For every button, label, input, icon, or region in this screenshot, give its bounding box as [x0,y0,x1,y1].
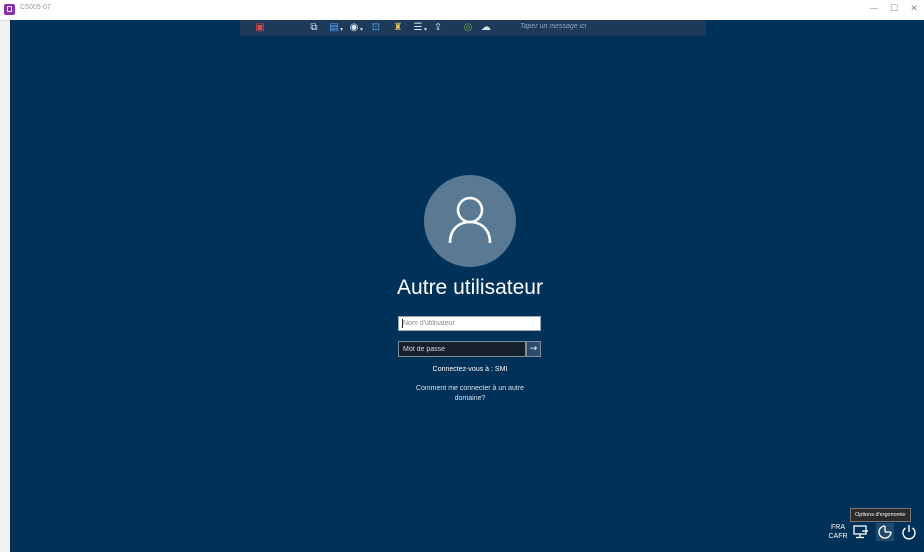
remote-session-area: ▣ ⧉ ▤ ▾ ◉ ▾ ⊡ ♜ ☰ ▾ ⇪ ◎ ☁ Taper un messa… [10,20,924,552]
monitor-icon[interactable]: ⧉ [308,22,320,34]
other-domain-link[interactable]: Comment me connecter à un autre domaine? [405,384,535,404]
users-icon[interactable]: ♜ [392,22,404,34]
chevron-down-icon[interactable]: ▾ [340,27,345,33]
display-icon[interactable]: ▤ [328,22,340,34]
minimize-button[interactable]: — [866,2,882,16]
ease-of-access-tooltip: Options d'ergonomie [850,508,911,522]
window-title: C5005-07 [20,4,51,11]
chevron-down-icon[interactable]: ▾ [360,27,365,33]
chevron-down-icon[interactable]: ▾ [424,27,429,33]
ease-of-access-icon[interactable] [876,523,894,541]
user-icon [448,196,492,244]
text-cursor [402,319,403,328]
lang-line2: CAFR [828,533,848,540]
view-icon[interactable]: ◉ [348,22,360,34]
user-avatar [424,175,516,267]
remote-toolbar: ▣ ⧉ ▤ ▾ ◉ ▾ ⊡ ♜ ☰ ▾ ⇪ ◎ ☁ Taper un messa… [240,20,706,36]
network-icon[interactable] [852,523,870,541]
password-input[interactable] [398,341,526,357]
power-icon[interactable] [900,523,918,541]
app-icon [4,4,15,15]
connect-to-domain-text: Connectez-vous à : SMI [432,366,508,373]
username-input[interactable] [398,316,541,331]
language-indicator[interactable]: FRA CAFR [827,523,849,541]
settings-icon[interactable]: ☰ [412,22,424,34]
close-button[interactable]: ✕ [906,2,922,16]
other-domain-line2: domaine? [454,395,486,402]
submit-arrow-button[interactable]: → [526,341,541,357]
disconnect-icon[interactable]: ▣ [254,22,266,34]
file-transfer-icon[interactable]: ⇪ [432,22,444,34]
lang-line1: FRA [831,524,845,531]
fullscreen-icon[interactable]: ⊡ [370,22,382,34]
username-title: Autre utilisateur [397,276,543,299]
window-titlebar: C5005-07 — ☐ ✕ [0,0,924,21]
maximize-button[interactable]: ☐ [886,2,902,16]
record-icon[interactable]: ◎ [462,22,474,34]
chat-message-input[interactable]: Taper un message ici [520,23,586,30]
chat-icon[interactable]: ☁ [480,22,492,34]
other-domain-line1: Comment me connecter à un autre [415,385,525,392]
